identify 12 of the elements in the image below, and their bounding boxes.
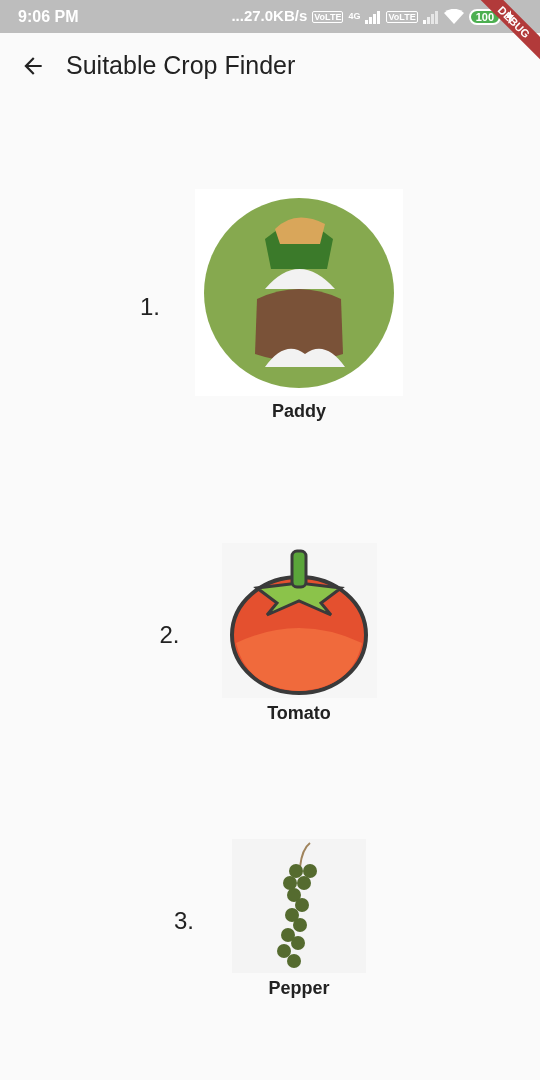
item-number: 3. (174, 905, 194, 936)
crop-name: Paddy (272, 400, 326, 423)
volte-badge: VoLTE (386, 10, 418, 23)
item-number: 2. (159, 620, 180, 650)
crop-name: Pepper (268, 977, 330, 1000)
volte-badge: VoLTE (312, 10, 344, 23)
network-speed: ...27.0KB/s (231, 6, 308, 27)
status-time: 9:06 PM (18, 6, 79, 27)
network-type: 4G (348, 9, 361, 23)
item-number: 1. (140, 292, 160, 322)
app-title: Suitable Crop Finder (66, 50, 296, 82)
crop-name: Tomato (267, 702, 331, 725)
